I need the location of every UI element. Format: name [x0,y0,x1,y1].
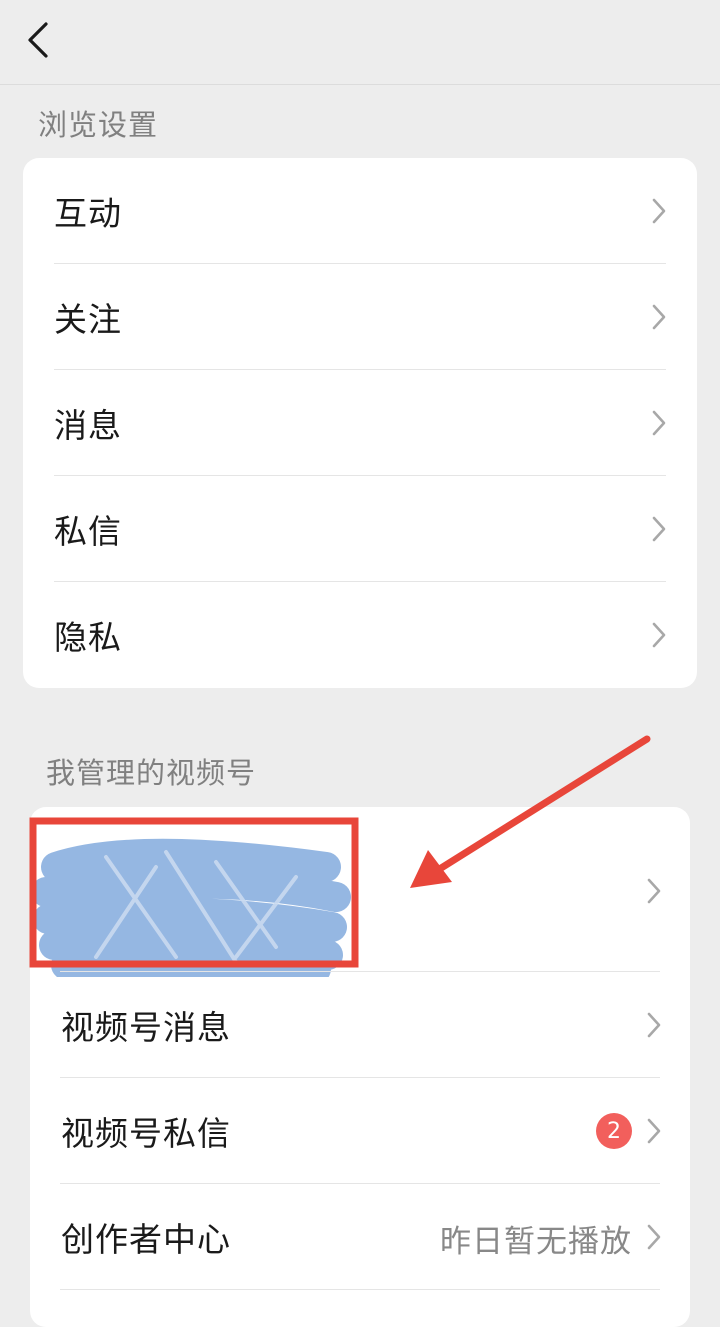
row-label: 关注 [54,300,122,339]
chevron-right-icon [647,1118,661,1144]
divider [60,1289,660,1290]
row-label: 互动 [54,194,122,233]
chevron-right-icon [647,1012,661,1038]
creator-status-text: 昨日暂无播放 [440,1224,632,1260]
row-label: 视频号消息 [61,1008,231,1047]
chevron-right-icon [652,198,666,224]
browse-settings-title: 浏览设置 [38,108,159,142]
row-privacy[interactable]: 隐私 [23,582,697,688]
row-creator-center[interactable]: 创作者中心 昨日暂无播放 [30,1184,690,1290]
chevron-right-icon [652,410,666,436]
browse-settings-card: 互动 关注 消息 私信 隐私 [23,158,697,688]
row-private-messages[interactable]: 私信 [23,476,697,582]
row-follow[interactable]: 关注 [23,264,697,370]
channel-account-row[interactable] [30,807,690,977]
redacted-scribble [36,838,351,977]
chevron-right-icon [652,622,666,648]
row-label: 视频号私信 [61,1114,231,1153]
row-channel-private-messages[interactable]: 视频号私信 2 [30,1078,690,1184]
row-label: 消息 [54,406,122,445]
row-label: 私信 [54,512,122,551]
row-interaction[interactable]: 互动 [23,158,697,264]
unread-badge: 2 [596,1113,632,1149]
managed-channels-card: 视频号消息 视频号私信 2 创作者中心 昨日暂无播放 [30,807,690,1327]
nav-bar [0,0,720,85]
chevron-left-icon [28,22,48,58]
row-label: 创作者中心 [61,1220,231,1259]
row-channel-messages[interactable]: 视频号消息 [30,972,690,1078]
row-label: 隐私 [54,618,122,657]
back-button[interactable] [18,16,58,64]
chevron-right-icon [647,878,661,904]
row-messages[interactable]: 消息 [23,370,697,476]
managed-channels-title: 我管理的视频号 [46,756,257,790]
chevron-right-icon [647,1224,661,1250]
chevron-right-icon [652,516,666,542]
chevron-right-icon [652,304,666,330]
